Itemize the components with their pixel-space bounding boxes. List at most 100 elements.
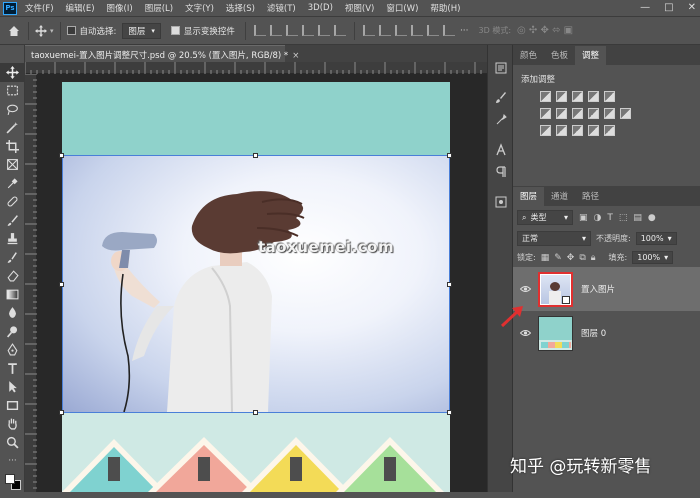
exposure-icon[interactable] [588, 91, 599, 102]
color-lookup-icon[interactable] [620, 108, 631, 119]
transform-handle-bc[interactable] [253, 410, 258, 415]
distribute-vcenter-icon[interactable] [378, 25, 391, 36]
photo-filter-icon[interactable] [588, 108, 599, 119]
filter-adjust-icon[interactable]: ◑ [594, 213, 602, 223]
align-left-icon[interactable] [301, 25, 314, 36]
layer-thumbnail-layer0[interactable] [538, 315, 573, 351]
history-panel-icon[interactable] [488, 57, 513, 79]
distribute-bottom-icon[interactable] [394, 25, 407, 36]
show-transform-checkbox[interactable] [170, 26, 180, 35]
menu-select[interactable]: 选择(S) [226, 2, 255, 14]
document-tab[interactable]: taoxuemei-置入图片调整尺寸.psd @ 20.5% (置入图片, RG… [25, 45, 299, 62]
color-swatches-icon[interactable] [0, 470, 25, 498]
menu-filter[interactable]: 滤镜(T) [267, 2, 296, 14]
lock-transparent-icon[interactable]: ▦ [541, 253, 550, 263]
tab-color[interactable]: 颜色 [513, 46, 544, 65]
gradient-tool-icon[interactable] [0, 285, 25, 304]
posterize-icon[interactable] [556, 125, 567, 136]
selective-color-icon[interactable] [604, 125, 615, 136]
brightness-contrast-icon[interactable] [540, 91, 551, 102]
tab-layers[interactable]: 图层 [513, 187, 545, 206]
dodge-tool-icon[interactable] [0, 322, 25, 341]
rectangle-tool-icon[interactable] [0, 396, 25, 415]
placed-image[interactable]: taoxuemei.com [62, 156, 450, 412]
maximize-button[interactable]: □ [664, 2, 673, 13]
character-panel-icon[interactable] [488, 139, 513, 161]
auto-select-checkbox[interactable] [66, 26, 76, 35]
hue-saturation-icon[interactable] [540, 108, 551, 119]
color-balance-icon[interactable] [556, 108, 567, 119]
filter-pixel-icon[interactable]: ▣ [579, 213, 588, 223]
layer-row-layer0[interactable]: 图层 0 [513, 311, 700, 355]
canvas-area[interactable]: taoxuemei.com [37, 74, 487, 492]
filter-shape-icon[interactable]: ⬚ [619, 213, 628, 223]
fill-field[interactable]: 100% ▾ [632, 251, 674, 264]
levels-icon[interactable] [556, 91, 567, 102]
menu-layer[interactable]: 图层(L) [145, 2, 173, 14]
type-tool-icon[interactable] [0, 359, 25, 378]
layer-name-layer0[interactable]: 图层 0 [581, 327, 606, 339]
hand-tool-icon[interactable] [0, 415, 25, 434]
opacity-field[interactable]: 100% ▾ [635, 232, 677, 245]
black-white-icon[interactable] [572, 108, 583, 119]
home-icon[interactable] [6, 25, 22, 37]
transform-handle-br[interactable] [447, 410, 452, 415]
transform-handle-tl[interactable] [59, 153, 64, 158]
menu-view[interactable]: 视图(V) [345, 2, 374, 14]
align-hcenter-icon[interactable] [317, 25, 330, 36]
history-brush-tool-icon[interactable] [0, 248, 25, 267]
crop-tool-icon[interactable] [0, 137, 25, 156]
horizontal-ruler[interactable]: /* placeholder */ [24, 62, 487, 74]
tab-paths[interactable]: 路径 [575, 187, 606, 206]
clone-source-icon[interactable] [488, 109, 513, 131]
brush-tool-icon[interactable] [0, 211, 25, 230]
lock-move-icon[interactable]: ✥ [567, 253, 575, 263]
transform-handle-ml[interactable] [59, 282, 64, 287]
magic-wand-tool-icon[interactable] [0, 119, 25, 138]
transform-handle-tr[interactable] [447, 153, 452, 158]
properties-panel-icon[interactable] [488, 191, 513, 213]
align-vcenter-icon[interactable] [269, 25, 282, 36]
curves-icon[interactable] [572, 91, 583, 102]
filter-toggle-icon[interactable]: ● [648, 213, 656, 223]
close-window-button[interactable]: ✕ [688, 2, 696, 13]
align-right-icon[interactable] [333, 25, 346, 36]
lasso-tool-icon[interactable] [0, 100, 25, 119]
layer-filter-dropdown[interactable]: ⌕ 类型 ▾ [517, 210, 573, 225]
tab-swatches[interactable]: 色板 [544, 46, 575, 65]
menu-image[interactable]: 图像(I) [107, 2, 133, 14]
distribute-top-icon[interactable] [362, 25, 375, 36]
lock-brush-icon[interactable]: ✎ [554, 253, 562, 263]
menu-edit[interactable]: 编辑(E) [66, 2, 95, 14]
align-bottom-icon[interactable] [285, 25, 298, 36]
vibrance-icon[interactable] [604, 91, 615, 102]
filter-smart-icon[interactable]: ▤ [633, 213, 642, 223]
distribute-left-icon[interactable] [410, 25, 423, 36]
distribute-hcenter-icon[interactable] [426, 25, 439, 36]
paragraph-panel-icon[interactable] [488, 161, 513, 183]
zoom-tool-icon[interactable] [0, 433, 25, 452]
menu-window[interactable]: 窗口(W) [386, 2, 418, 14]
pen-tool-icon[interactable] [0, 341, 25, 360]
move-tool-icon[interactable] [0, 63, 25, 82]
menu-type[interactable]: 文字(Y) [185, 2, 214, 14]
move-tool-preset-icon[interactable]: ▾ [35, 24, 54, 37]
eyedropper-tool-icon[interactable] [0, 174, 25, 193]
close-tab-icon[interactable]: × [292, 51, 299, 61]
document-canvas[interactable]: taoxuemei.com [59, 82, 452, 492]
layer-name-placed[interactable]: 置入图片 [581, 283, 615, 295]
tab-adjustments[interactable]: 调整 [575, 46, 607, 65]
channel-mixer-icon[interactable] [604, 108, 615, 119]
blur-tool-icon[interactable] [0, 304, 25, 323]
clone-stamp-tool-icon[interactable] [0, 230, 25, 249]
invert-icon[interactable] [540, 125, 551, 136]
transform-handle-bl[interactable] [59, 410, 64, 415]
layer-row-placed[interactable]: 置入图片 [513, 267, 700, 311]
distribute-right-icon[interactable] [442, 25, 455, 36]
filter-type-icon[interactable]: T [607, 213, 613, 223]
transform-handle-tc[interactable] [253, 153, 258, 158]
more-options-icon[interactable]: ··· [460, 26, 469, 36]
more-tools-icon[interactable]: ··· [0, 452, 25, 471]
menu-help[interactable]: 帮助(H) [430, 2, 460, 14]
eraser-tool-icon[interactable] [0, 267, 25, 286]
